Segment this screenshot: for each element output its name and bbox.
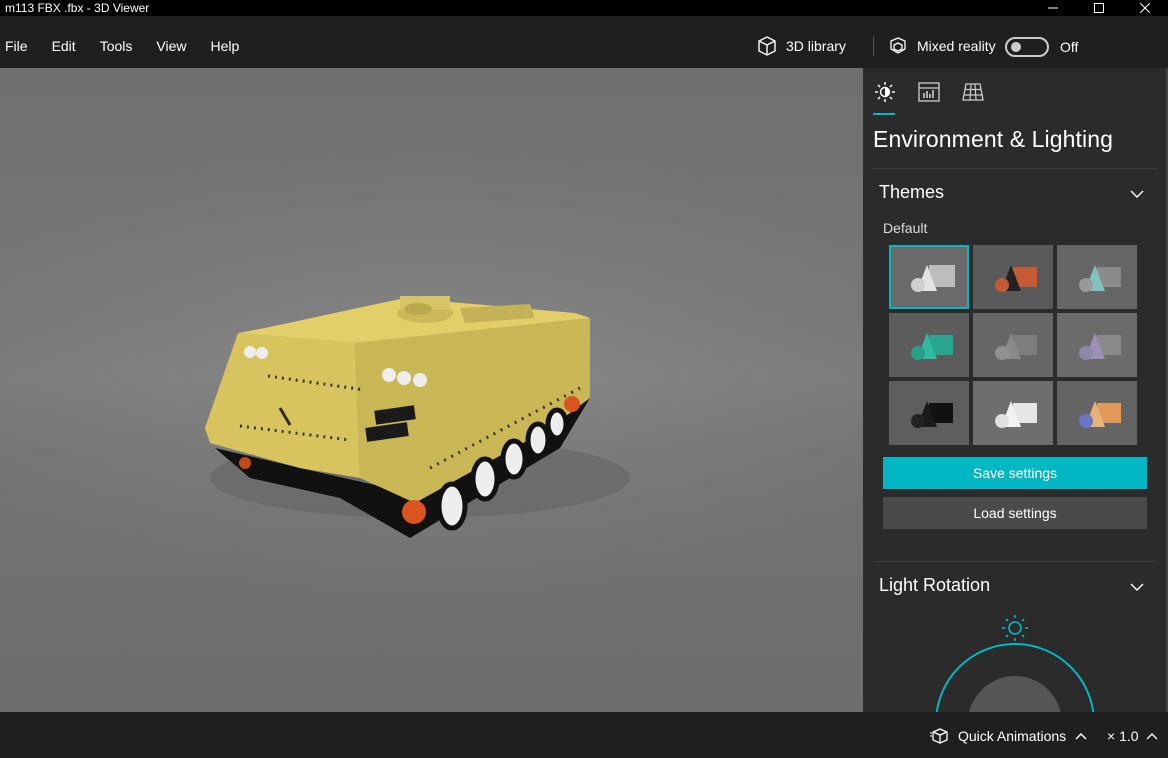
grid-icon [962, 83, 984, 101]
mixed-reality-toggle[interactable] [1005, 37, 1049, 57]
divider [873, 168, 1157, 169]
maximize-icon [1094, 3, 1104, 13]
save-settings-button[interactable]: Save settings [883, 457, 1147, 489]
theme-thumbnail[interactable] [973, 245, 1053, 309]
quick-animations-button[interactable]: Quick Animations [930, 726, 1088, 746]
light-rotation-dial[interactable] [935, 613, 1095, 712]
main-menu: File Edit Tools View Help [0, 24, 258, 68]
panel-tabs [863, 68, 1168, 116]
close-button[interactable] [1122, 0, 1168, 16]
close-icon [1140, 3, 1150, 13]
menu-edit[interactable]: Edit [52, 24, 76, 68]
bottom-bar: Quick Animations × 1.0 [0, 712, 1168, 758]
menu-file[interactable]: File [5, 24, 28, 68]
chevron-down-icon[interactable] [1129, 579, 1145, 595]
tab-grid[interactable] [961, 80, 985, 104]
menu-view[interactable]: View [156, 24, 186, 68]
panel-title: Environment & Lighting [873, 126, 1114, 152]
chevron-up-icon [1146, 733, 1158, 740]
sun-icon [875, 82, 895, 102]
mixed-reality-icon [890, 37, 906, 54]
window-controls [1030, 0, 1168, 16]
minimize-icon [1048, 7, 1058, 9]
theme-thumbnail[interactable] [889, 313, 969, 377]
theme-thumbnail[interactable] [1057, 245, 1137, 309]
stats-chart-icon [918, 82, 940, 102]
light-sun-icon [1002, 615, 1028, 641]
light-rotation-header[interactable]: Light Rotation [879, 575, 990, 596]
themes-default-label: Default [883, 220, 928, 236]
mixed-reality-button[interactable]: Mixed reality [888, 34, 996, 58]
theme-grid [889, 245, 1137, 445]
animation-cube-icon [930, 728, 948, 744]
toolbar-separator [873, 36, 874, 56]
chevron-down-icon[interactable] [1129, 186, 1145, 202]
mixed-reality-state: Off [1060, 39, 1079, 55]
speed-label: × 1.0 [1107, 728, 1139, 744]
tab-environment[interactable] [873, 80, 897, 104]
title-bar: m113 FBX .fbx - 3D Viewer [0, 0, 1168, 16]
3d-library-label: 3D library [786, 38, 846, 54]
menu-help[interactable]: Help [210, 24, 239, 68]
toggle-knob [1011, 42, 1021, 52]
chevron-up-icon [1075, 733, 1087, 740]
theme-thumbnail[interactable] [1057, 313, 1137, 377]
tab-stats[interactable] [917, 80, 941, 104]
quick-animations-label: Quick Animations [958, 728, 1067, 744]
active-tab-indicator [873, 113, 895, 115]
maximize-button[interactable] [1076, 0, 1122, 16]
tank-model[interactable] [0, 68, 863, 712]
window-title: m113 FBX .fbx - 3D Viewer [5, 1, 150, 15]
playback-speed[interactable]: × 1.0 [1107, 726, 1159, 746]
3d-viewport[interactable] [0, 68, 863, 712]
load-settings-button[interactable]: Load settings [883, 497, 1147, 529]
divider [873, 561, 1157, 562]
menu-bar: File Edit Tools View Help 3D library Mix… [0, 24, 1168, 68]
environment-panel: Environment & Lighting Themes Default Sa… [863, 68, 1168, 712]
minimize-button[interactable] [1030, 0, 1076, 16]
theme-thumbnail[interactable] [889, 381, 969, 445]
theme-thumbnail[interactable] [889, 245, 969, 309]
themes-header[interactable]: Themes [879, 182, 944, 203]
cube-icon [758, 36, 776, 56]
theme-thumbnail[interactable] [973, 381, 1053, 445]
mixed-reality-label: Mixed reality [917, 38, 996, 54]
theme-thumbnail[interactable] [1057, 381, 1137, 445]
theme-thumbnail[interactable] [973, 313, 1053, 377]
3d-library-button[interactable]: 3D library [756, 34, 846, 58]
menu-tools[interactable]: Tools [100, 24, 133, 68]
